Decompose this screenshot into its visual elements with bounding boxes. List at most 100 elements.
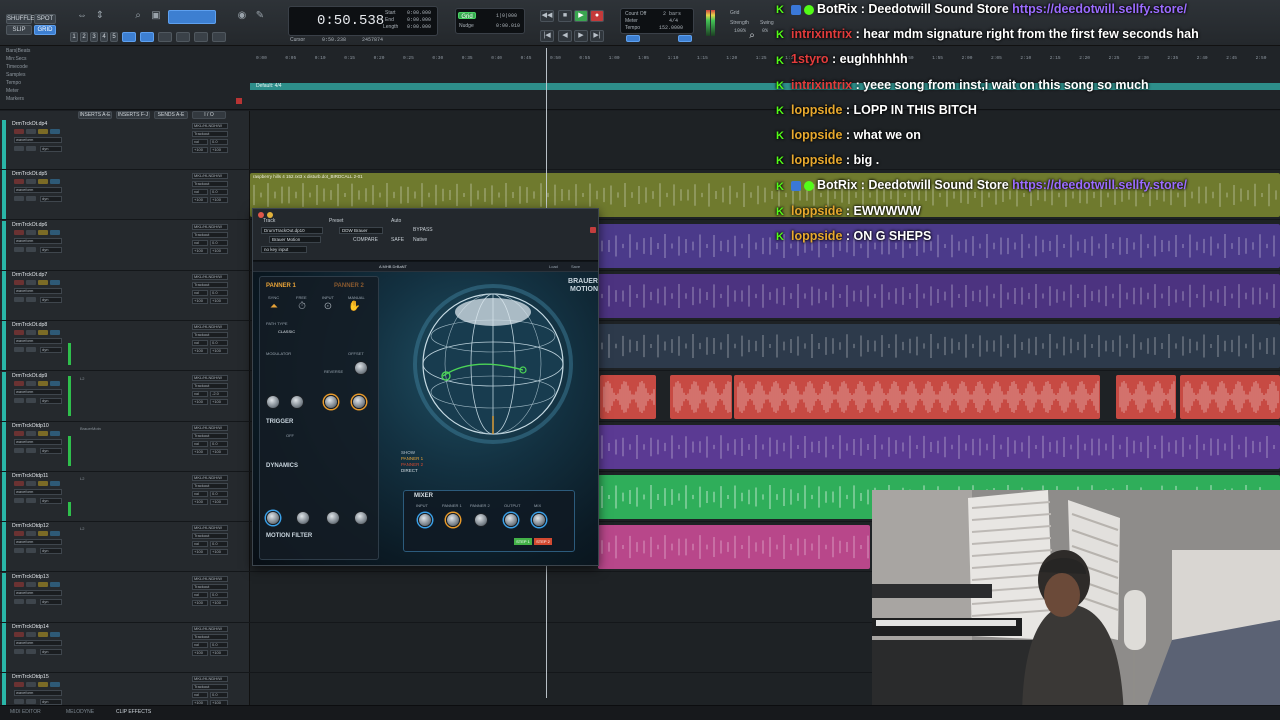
chat-username[interactable]: intrixintrix (791, 27, 852, 41)
solo-button[interactable] (38, 380, 48, 386)
sync-mode-icon[interactable]: ⏶ (268, 301, 280, 313)
io-output[interactable]: Trackout (192, 583, 228, 590)
record-arm-button[interactable] (14, 682, 24, 688)
mute-button[interactable] (50, 330, 60, 336)
pfdly-knob[interactable] (266, 395, 280, 409)
show-direct[interactable]: DIRECT (401, 468, 423, 474)
mute-button[interactable] (50, 179, 60, 185)
solo-button[interactable] (38, 481, 48, 487)
track-view-selector[interactable]: waveform (14, 690, 62, 697)
track-view-selector[interactable]: waveform (14, 388, 62, 395)
link-track-button[interactable] (158, 32, 172, 42)
pan-value[interactable]: +100 (192, 348, 208, 355)
playlist-button[interactable] (14, 498, 24, 504)
zoom-preset-3[interactable]: 3 (90, 32, 98, 42)
mute-button[interactable] (50, 531, 60, 537)
record-arm-button[interactable] (14, 129, 24, 134)
automation-button[interactable] (26, 447, 36, 453)
io-header[interactable]: I / O (192, 111, 226, 119)
track-view-selector[interactable]: waveform (14, 237, 62, 244)
track-dyn-field[interactable]: dyn (40, 548, 62, 555)
track-name[interactable]: DrmTrckOt.dp6 (12, 222, 47, 228)
insertion-follows-button[interactable] (194, 32, 208, 42)
chat-username[interactable]: loppside (791, 128, 842, 142)
grid-mode-button[interactable]: GRID (34, 25, 56, 35)
mute-button[interactable] (50, 380, 60, 386)
track-name[interactable]: DrmTrckOtdp10 (12, 423, 49, 429)
automation-button[interactable] (26, 397, 36, 403)
track-header[interactable]: DrmTrckOtdp12 waveform dyn L2 MKL/HLNDH/W Tra… (0, 522, 250, 573)
automation-button[interactable] (26, 699, 36, 705)
mixer-panner1-knob[interactable] (446, 513, 460, 527)
record-arm-button[interactable] (14, 229, 24, 235)
mute-button[interactable] (50, 129, 60, 134)
record-arm-button[interactable] (14, 179, 24, 185)
tab-to-transient-button[interactable] (122, 32, 136, 42)
offset-knob[interactable] (354, 361, 368, 375)
audio-clip[interactable] (598, 273, 1280, 318)
pan-value[interactable]: +100 (192, 247, 208, 254)
volume-value[interactable]: 0.0 (210, 289, 228, 296)
pencil-tool-icon[interactable]: ✎ (254, 10, 266, 22)
mute-button[interactable] (50, 430, 60, 436)
record-arm-button[interactable] (14, 581, 24, 587)
panner-sphere[interactable] (403, 276, 583, 446)
insert-slot[interactable]: BrauerMotn (80, 426, 101, 431)
volume-value[interactable]: 0.0 (210, 340, 228, 347)
preset-selector[interactable]: DDW Brauer (339, 227, 383, 234)
pan-value[interactable]: +100 (192, 599, 208, 606)
solo-button[interactable] (38, 531, 48, 537)
io-output[interactable]: Trackout (192, 231, 228, 238)
pan-value[interactable]: +100 (192, 499, 208, 506)
track-name[interactable]: DrmTrckOtdp11 (12, 473, 48, 479)
pan-value-right[interactable]: +100 (210, 499, 228, 506)
input-monitor-button[interactable] (26, 581, 36, 587)
mixer-input-knob[interactable] (418, 513, 432, 527)
stop-button[interactable]: ■ (558, 10, 572, 22)
go-to-end-button[interactable]: ▶| (590, 30, 604, 42)
automation-button[interactable] (26, 347, 36, 353)
track-view-selector[interactable]: waveform (14, 187, 62, 194)
chat-username[interactable]: loppside (791, 153, 842, 167)
track-header[interactable]: DrmTrckOtdp13 waveform dyn MKL/HLNDH/W Track… (0, 572, 250, 623)
start-value[interactable]: 0:00.000 (407, 10, 431, 16)
io-output[interactable]: Trackout (192, 332, 228, 339)
pan-value-right[interactable]: +100 (210, 599, 228, 606)
scrub-tool-icon[interactable]: ◉ (236, 10, 248, 22)
return-to-zero-button[interactable]: |◀ (540, 30, 554, 42)
inserts-f-j-header[interactable]: INSERTS F-J (116, 111, 150, 119)
track-name[interactable]: DrmTrckOt.dp9 (12, 373, 47, 379)
tempo-meter-display[interactable]: Count Off Meter Tempo 2 bars 4/4 152.000… (620, 8, 694, 34)
track-dyn-field[interactable]: dyn (40, 397, 62, 404)
track-name[interactable]: DrmTrckOtdp15 (12, 674, 49, 680)
io-input[interactable]: MKL/HLNDH/W (192, 374, 228, 381)
automation-button[interactable] (26, 146, 36, 151)
track-view-selector[interactable]: waveform (14, 640, 62, 646)
record-arm-button[interactable] (14, 380, 24, 386)
save-button[interactable]: Save (571, 264, 580, 269)
track-dyn-field[interactable]: dyn (40, 447, 62, 454)
io-input[interactable]: MKL/HLNDH/W (192, 324, 228, 331)
path-type-value[interactable]: CLASSIC (278, 329, 295, 334)
track-name[interactable]: DrmTrckOt.dp8 (12, 322, 47, 328)
track-name[interactable]: DrmTrckOt.dp4 (12, 121, 47, 127)
io-output[interactable]: Trackout (192, 684, 228, 691)
volume-value[interactable]: 0.0 (210, 642, 228, 648)
playlist-button[interactable] (14, 699, 24, 705)
track-header[interactable]: DrmTrckOt.dp9 waveform dyn L2 MKL/HLNDH/W Tra… (0, 371, 250, 422)
track-selector[interactable]: DrumTrackOut.dp10 (261, 227, 323, 234)
input-monitor-button[interactable] (26, 380, 36, 386)
pan-value-right[interactable]: +100 (210, 549, 228, 556)
track-name[interactable]: DrmTrckOtdp14 (12, 624, 49, 630)
track-header[interactable]: DrmTrckOtdp11 waveform dyn L2 MKL/HLNDH/W Tra… (0, 472, 250, 523)
track-name[interactable]: DrmTrckOtdp13 (12, 574, 49, 580)
playlist-button[interactable] (14, 548, 24, 554)
playlist-button[interactable] (14, 447, 24, 453)
load-button[interactable]: Load (549, 264, 558, 269)
pan-value[interactable]: +100 (192, 549, 208, 556)
track-view-selector[interactable]: waveform (14, 489, 62, 496)
solo-button[interactable] (38, 129, 48, 134)
insert-slot[interactable]: L2 (80, 526, 84, 531)
automation-button[interactable] (26, 548, 36, 554)
track-header[interactable]: DrmTrckOt.dp4 waveform dyn MKL/HLNDH/W Track… (0, 120, 250, 170)
